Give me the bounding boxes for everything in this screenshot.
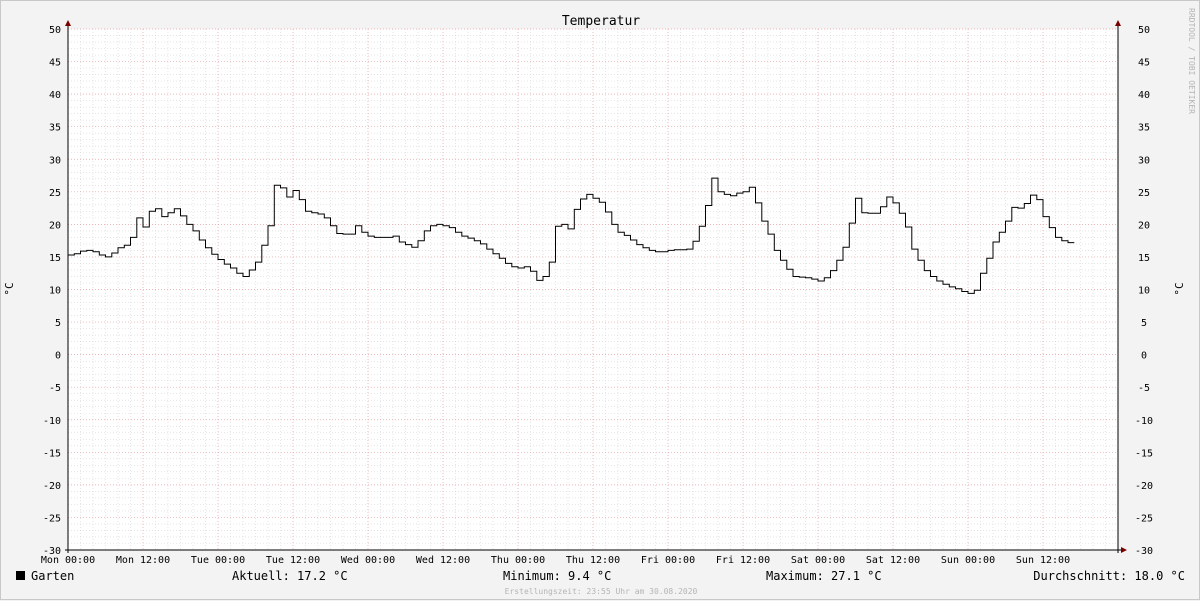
x-tick-label: Sun 00:00 [941,555,995,566]
y-tick-label-left: 50 [49,25,61,36]
legend-series-name: Garten [31,569,75,583]
x-tick-label: Sat 00:00 [791,555,845,566]
x-tick-label: Sun 12:00 [1016,555,1070,566]
y-tick-label-right: -30 [1135,546,1153,557]
y-tick-label-right: 0 [1141,351,1147,362]
x-tick-label: Thu 12:00 [566,555,620,566]
x-tick-label: Mon 00:00 [41,555,95,566]
y-tick-label-right: 15 [1138,253,1150,264]
creation-time: Erstellungszeit: 23:55 Uhr am 30.08.2020 [504,587,698,596]
y-tick-label-right: -5 [1138,383,1150,394]
x-tick-label: Sat 12:00 [866,555,920,566]
x-tick-label: Wed 12:00 [416,555,470,566]
x-tick-label: Wed 00:00 [341,555,395,566]
y-tick-label-left: 25 [49,188,61,199]
y-tick-label-right: 50 [1138,25,1150,36]
y-tick-label-right: -20 [1135,481,1153,492]
y-tick-label-right: 45 [1138,58,1150,69]
y-tick-label-left: 15 [49,253,61,264]
x-tick-label: Tue 00:00 [191,555,245,566]
y-tick-label-left: -10 [43,416,61,427]
y-tick-label-right: 5 [1141,318,1147,329]
x-tick-label: Tue 12:00 [266,555,320,566]
y-tick-label-left: -20 [43,481,61,492]
y-tick-label-left: 40 [49,90,61,101]
y-tick-label-left: 0 [55,351,61,362]
y-tick-label-right: -25 [1135,513,1153,524]
y-tick-label-left: -15 [43,448,61,459]
y-tick-label-right: 40 [1138,90,1150,101]
x-tick-label: Fri 00:00 [641,555,695,566]
y-tick-label-left: 45 [49,58,61,69]
left-axis-arrow [65,20,71,26]
left-axis-unit: °C [3,282,16,295]
y-tick-label-left: 20 [49,220,61,231]
y-tick-label-right: -10 [1135,416,1153,427]
y-tick-label-left: -5 [49,383,61,394]
x-tick-label: Thu 00:00 [491,555,545,566]
y-tick-label-left: 30 [49,155,61,166]
legend-current: Aktuell: 17.2 °C [232,569,348,583]
rrdtool-watermark: RRDTOOL / TOBI OETIKER [1187,8,1196,114]
y-tick-label-left: 35 [49,123,61,134]
y-tick-label-right: 35 [1138,123,1150,134]
y-tick-label-right: 20 [1138,220,1150,231]
x-axis-ticks: Mon 00:00 Mon 12:00 Tue 00:00 Tue 12:00 Wed … [41,555,1070,566]
y-tick-label-right: 30 [1138,155,1150,166]
right-axis-ticks: 50454035302520151050-5-10-15-20-25-30 [1135,25,1153,557]
left-axis-ticks: 50454035302520151050-5-10-15-20-25-30 [43,25,61,557]
legend: Garten Aktuell: 17.2 °C Minimum: 9.4 °C … [1,569,1200,585]
temperature-chart: 50454035302520151050-5-10-15-20-25-30 50… [3,8,1196,566]
y-tick-label-left: -25 [43,513,61,524]
legend-minimum: Minimum: 9.4 °C [503,569,612,583]
y-tick-label-right: 25 [1138,188,1150,199]
x-tick-label: Mon 12:00 [116,555,170,566]
y-tick-label-right: 10 [1138,286,1150,297]
legend-average: Durchschnitt: 18.0 °C [1033,569,1185,583]
chart-title: Temperatur [562,14,640,29]
right-axis-unit: °C [1173,282,1186,295]
right-axis-arrow [1115,20,1121,26]
y-tick-label-left: 5 [55,318,61,329]
graph-frame: 50 45 40 35 30 25 20 15 10 5 0 -5 -10 -15 -20 -25 -30 50… [0,0,1200,600]
x-tick-label: Fri 12:00 [716,555,770,566]
y-tick-label-right: -15 [1135,448,1153,459]
y-tick-label-left: 10 [49,286,61,297]
x-axis-arrow [1121,547,1127,553]
legend-maximum: Maximum: 27.1 °C [766,569,882,583]
